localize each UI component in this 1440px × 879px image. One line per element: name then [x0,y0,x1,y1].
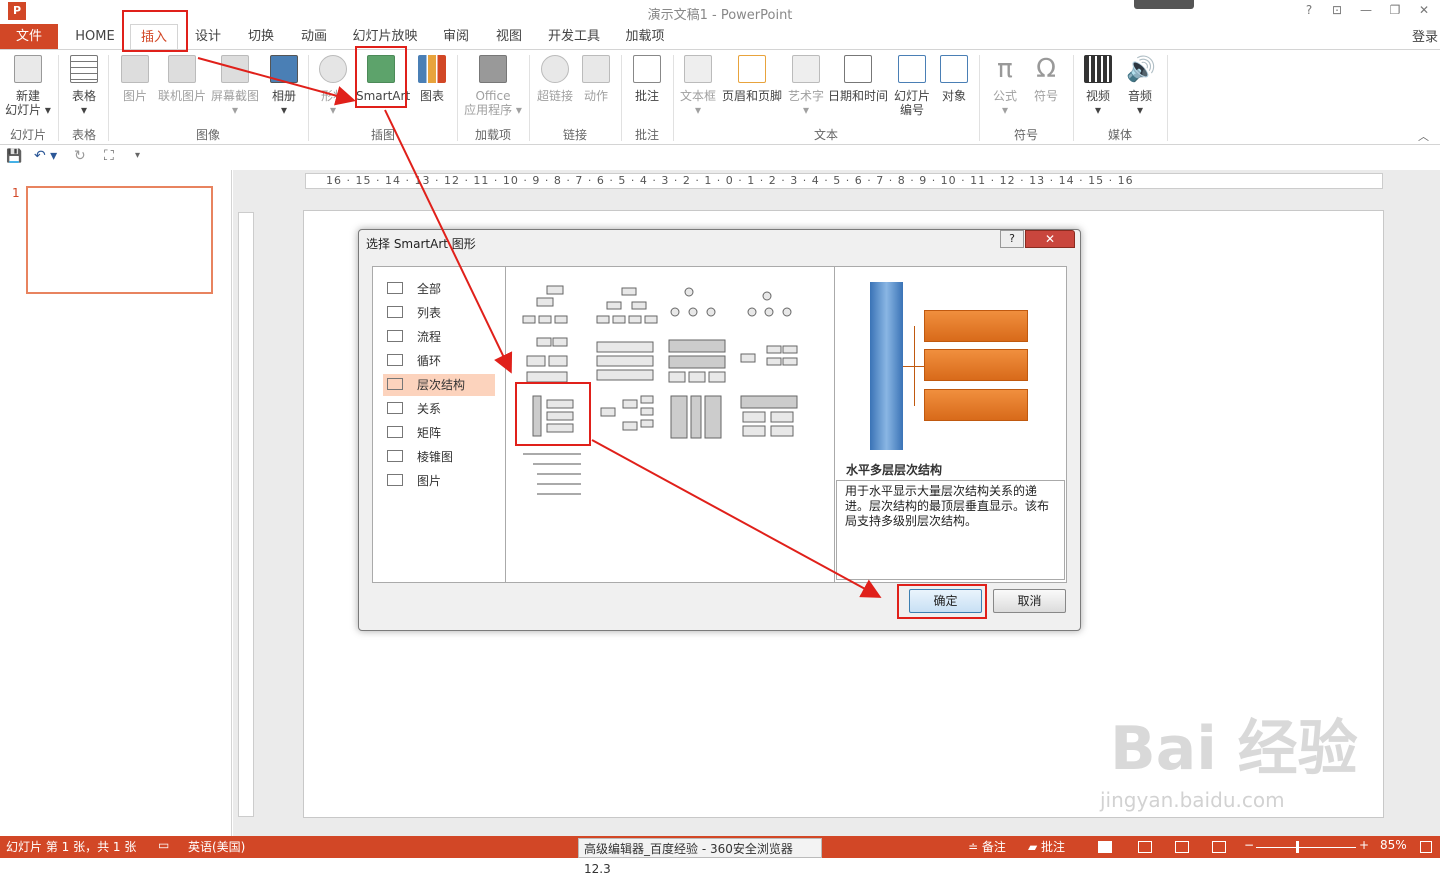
arrow-tab-to-smartart [197,57,356,106]
comments-icon: ▰ [1028,840,1042,854]
zoom-slider[interactable] [1256,847,1356,848]
arrow-layout-to-ok [591,439,882,598]
arrow-smartart-to-layout [384,109,513,374]
comments-button[interactable]: ▰ 批注 [1028,838,1065,855]
notes-icon: ≐ [968,840,982,854]
normal-view-icon[interactable] [1098,841,1112,853]
baidu-watermark-url: jingyan.baidu.com [1100,788,1285,812]
zoom-level[interactable]: 85% [1380,838,1407,852]
zoom-in-icon[interactable]: + [1359,838,1369,852]
zoom-out-icon[interactable]: − [1244,838,1254,852]
slide-sorter-icon[interactable] [1138,841,1152,853]
slideshow-view-icon[interactable] [1212,841,1226,853]
notes-button[interactable]: ≐ 备注 [968,838,1006,855]
fit-to-window-icon[interactable] [1420,841,1432,853]
zoom-slider-thumb[interactable] [1296,841,1299,853]
status-slide-count: 幻灯片 第 1 张，共 1 张 [6,840,137,854]
status-language[interactable]: 英语(美国) [188,838,245,855]
reading-view-icon[interactable] [1175,841,1189,853]
baidu-watermark-logo: Bai 经验 [1110,714,1358,784]
taskbar-tooltip: 高级编辑器_百度经验 - 360安全浏览器 12.3 [578,838,822,876]
spellcheck-icon[interactable]: ▭ [158,838,169,852]
